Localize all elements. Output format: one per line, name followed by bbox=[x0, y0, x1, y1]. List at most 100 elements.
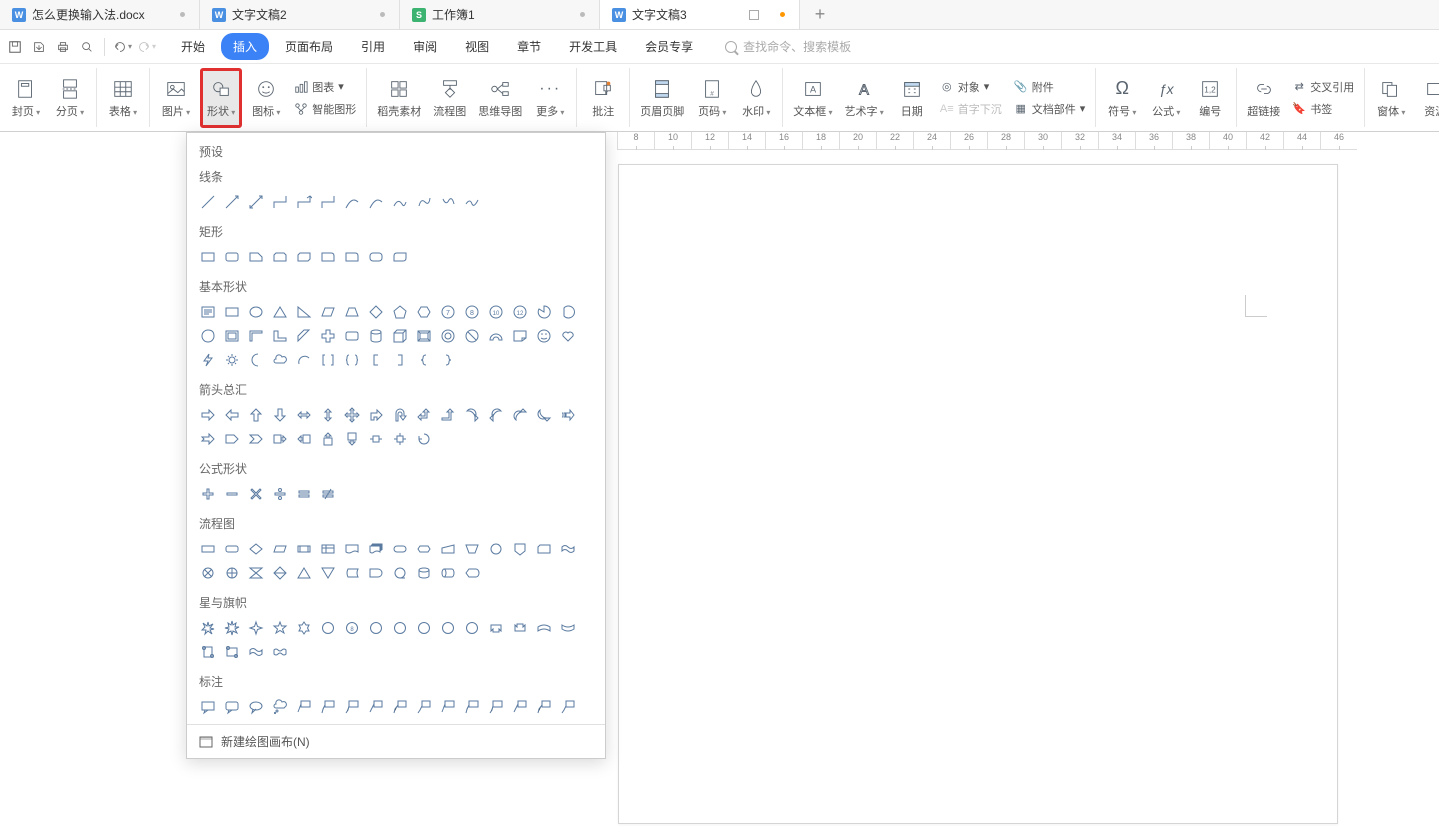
shape-arrow-uturn[interactable] bbox=[389, 404, 411, 426]
shape-elbow-arrow[interactable] bbox=[293, 191, 315, 213]
shape-star5[interactable] bbox=[269, 617, 291, 639]
shape-flow-sort[interactable] bbox=[269, 562, 291, 584]
shape-flow-or[interactable] bbox=[221, 562, 243, 584]
shape-bracket-pair[interactable] bbox=[317, 349, 339, 371]
shape-eq-divide[interactable] bbox=[269, 483, 291, 505]
shape-bevel[interactable] bbox=[413, 325, 435, 347]
shape-scroll-h[interactable] bbox=[221, 641, 243, 663]
shape-octagon[interactable]: 8 bbox=[461, 301, 483, 323]
shape-triangle[interactable] bbox=[269, 301, 291, 323]
crossref-button[interactable]: ⇄交叉引用 bbox=[1288, 77, 1358, 97]
shape-freeform[interactable] bbox=[413, 191, 435, 213]
shape-flow-magnetic[interactable] bbox=[413, 562, 435, 584]
shape-arrow-callout-lr[interactable] bbox=[365, 428, 387, 450]
shape-callout-line1[interactable] bbox=[293, 696, 315, 718]
symbol-button[interactable]: Ω符号 bbox=[1102, 68, 1142, 128]
shape-callout-rect[interactable] bbox=[197, 696, 219, 718]
shape-star24[interactable] bbox=[437, 617, 459, 639]
shape-flow-internal[interactable] bbox=[317, 538, 339, 560]
flowchart-button[interactable]: 流程图 bbox=[429, 68, 470, 128]
print-preview-button[interactable] bbox=[76, 36, 98, 58]
shape-arrow-down[interactable] bbox=[269, 404, 291, 426]
shape-snip-round[interactable] bbox=[317, 246, 339, 268]
shape-sun[interactable] bbox=[221, 349, 243, 371]
wordart-button[interactable]: A艺术字 bbox=[841, 68, 888, 128]
shape-flow-multidoc[interactable] bbox=[365, 538, 387, 560]
shape-star12[interactable] bbox=[389, 617, 411, 639]
table-button[interactable]: 表格 bbox=[103, 68, 143, 128]
menu-insert[interactable]: 插入 bbox=[221, 33, 269, 60]
shape-no[interactable] bbox=[461, 325, 483, 347]
shape-textbox[interactable] bbox=[197, 301, 219, 323]
shape-rectangle[interactable] bbox=[197, 246, 219, 268]
shape-arrow-curved-right[interactable] bbox=[461, 404, 483, 426]
textbox-button[interactable]: A文本框 bbox=[789, 68, 836, 128]
shape-flow-document[interactable] bbox=[341, 538, 363, 560]
shape-callout-accent2[interactable] bbox=[389, 696, 411, 718]
shape-arrow-callout-u[interactable] bbox=[317, 428, 339, 450]
docer-button[interactable]: 稻壳素材 bbox=[373, 68, 425, 128]
redo-button[interactable]: ▾ bbox=[135, 36, 157, 58]
restore-icon[interactable] bbox=[749, 10, 759, 20]
shape-elbow-double[interactable] bbox=[317, 191, 339, 213]
shape-round-single[interactable] bbox=[341, 246, 363, 268]
shape-block-arc[interactable] bbox=[485, 325, 507, 347]
shape-left-bracket[interactable] bbox=[365, 349, 387, 371]
shape-moon[interactable] bbox=[245, 349, 267, 371]
resource-button[interactable]: 资源 bbox=[1415, 68, 1439, 128]
shape-cloud[interactable] bbox=[269, 349, 291, 371]
shape-flow-merge[interactable] bbox=[317, 562, 339, 584]
shape-hexagon[interactable] bbox=[413, 301, 435, 323]
shape-smiley[interactable] bbox=[533, 325, 555, 347]
shape-flow-alt[interactable] bbox=[221, 538, 243, 560]
shape-callout-accent1[interactable] bbox=[365, 696, 387, 718]
shape-eq-notequal[interactable] bbox=[317, 483, 339, 505]
shape-flow-connector[interactable] bbox=[485, 538, 507, 560]
shape-curve-arrow[interactable] bbox=[365, 191, 387, 213]
watermark-button[interactable]: 水印 bbox=[736, 68, 776, 128]
shape-right-bracket[interactable] bbox=[389, 349, 411, 371]
shape-left-brace[interactable] bbox=[413, 349, 435, 371]
shape-flow-extract[interactable] bbox=[293, 562, 315, 584]
shape-plaque[interactable] bbox=[341, 325, 363, 347]
docparts-button[interactable]: ▦文档部件 ▾ bbox=[1010, 99, 1090, 119]
shape-arrow-up[interactable] bbox=[245, 404, 267, 426]
shape-eq-plus[interactable] bbox=[197, 483, 219, 505]
shape-star8[interactable]: 8 bbox=[341, 617, 363, 639]
shape-callout-round[interactable] bbox=[221, 696, 243, 718]
shape-callout-borderaccent2[interactable] bbox=[533, 696, 555, 718]
shape-wave[interactable] bbox=[245, 641, 267, 663]
save-as-button[interactable] bbox=[28, 36, 50, 58]
shape-double-wave[interactable] bbox=[269, 641, 291, 663]
shape-explosion1[interactable] bbox=[197, 617, 219, 639]
shape-callout-borderaccent3[interactable] bbox=[557, 696, 579, 718]
shape-arrow-right[interactable] bbox=[197, 404, 219, 426]
shape-oval[interactable] bbox=[245, 301, 267, 323]
shape-dodecagon[interactable]: 12 bbox=[509, 301, 531, 323]
shape-pentagon[interactable] bbox=[389, 301, 411, 323]
shape-lightning[interactable] bbox=[197, 349, 219, 371]
shape-flow-data[interactable] bbox=[269, 538, 291, 560]
menu-review[interactable]: 审阅 bbox=[401, 33, 449, 60]
number-button[interactable]: 1,2编号 bbox=[1190, 68, 1230, 128]
shape-arrow-callout-l[interactable] bbox=[293, 428, 315, 450]
shape-star4[interactable] bbox=[245, 617, 267, 639]
shape-snip-diag[interactable] bbox=[293, 246, 315, 268]
shape-flow-card[interactable] bbox=[533, 538, 555, 560]
shape-curve-double[interactable] bbox=[389, 191, 411, 213]
shape-explosion2[interactable] bbox=[221, 617, 243, 639]
shape-flow-summing[interactable] bbox=[197, 562, 219, 584]
page-number-button[interactable]: #页码 bbox=[692, 68, 732, 128]
picture-button[interactable]: 图片 bbox=[156, 68, 196, 128]
page-break-button[interactable]: 分页 bbox=[50, 68, 90, 128]
shape-star32[interactable] bbox=[461, 617, 483, 639]
shape-ribbon-curved-up[interactable] bbox=[533, 617, 555, 639]
menu-member[interactable]: 会员专享 bbox=[633, 33, 705, 60]
shape-flow-tape[interactable] bbox=[557, 538, 579, 560]
attachment-button[interactable]: 📎附件 bbox=[1010, 77, 1090, 97]
menu-chapter[interactable]: 章节 bbox=[505, 33, 553, 60]
print-button[interactable] bbox=[52, 36, 74, 58]
shape-flow-direct[interactable] bbox=[437, 562, 459, 584]
shape-ribbon-down[interactable] bbox=[509, 617, 531, 639]
more-button[interactable]: ···更多 bbox=[530, 68, 570, 128]
